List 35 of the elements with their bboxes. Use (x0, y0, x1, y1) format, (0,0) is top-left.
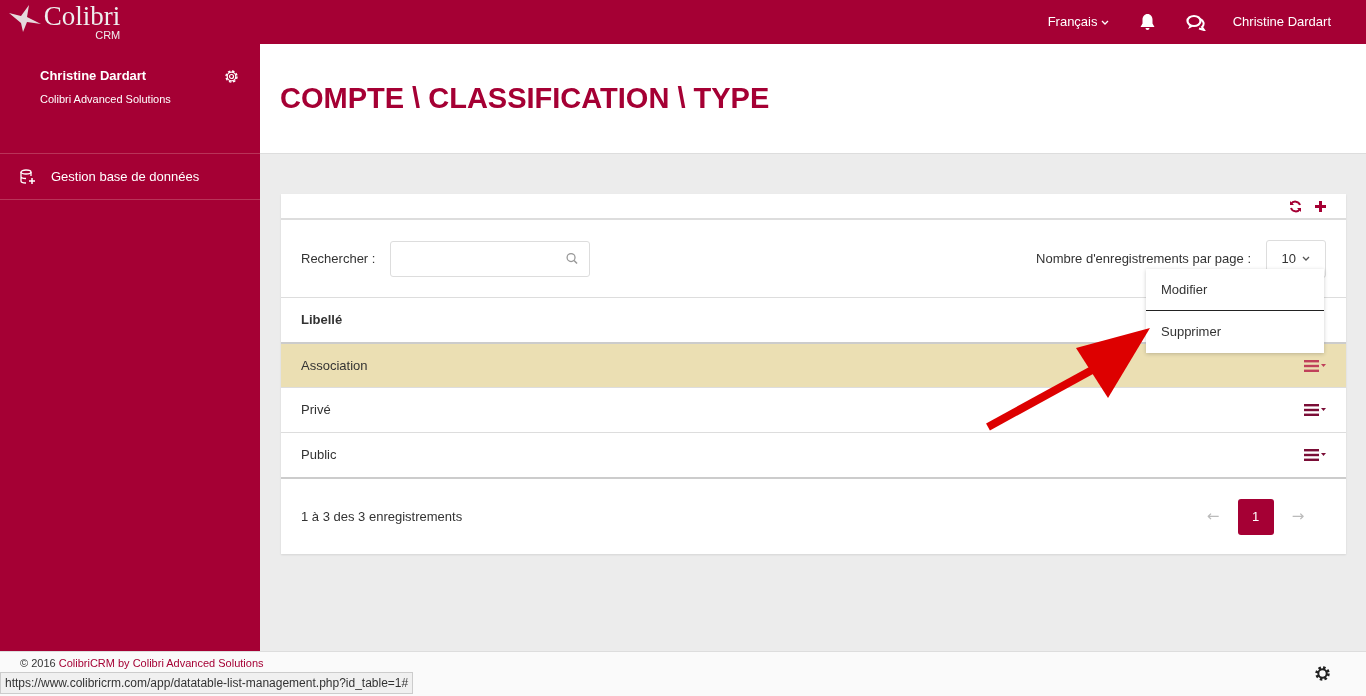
page-title: COMPTE \ CLASSIFICATION \ TYPE (280, 81, 770, 116)
url-tooltip: https://www.colibricrm.com/app/datatable-list-management.php?id_table=1# (0, 672, 414, 694)
search-field[interactable] (390, 240, 591, 277)
settings-icon[interactable] (1314, 665, 1331, 682)
caret-icon (1100, 19, 1109, 25)
table-row[interactable]: Public (281, 432, 1346, 477)
row-menu-icon[interactable] (1304, 404, 1326, 416)
logo-text: Colibri (43, 3, 121, 30)
menu-item[interactable]: Modifier (1146, 269, 1324, 311)
table-row[interactable]: Privé (281, 387, 1346, 432)
records-info: 1 à 3 des 3 enregistrements (301, 507, 463, 526)
search-label: Rechercher : (301, 249, 376, 268)
chat-icon[interactable] (1185, 13, 1206, 31)
language-dropdown[interactable]: Français (1047, 12, 1109, 32)
refresh-icon[interactable] (1289, 199, 1302, 213)
logo-subtitle: CRM (95, 30, 121, 41)
table-row[interactable]: Association (281, 342, 1346, 387)
table-cell-text: Privé (301, 401, 331, 420)
row-menu-icon[interactable] (1304, 449, 1326, 461)
database-icon (20, 168, 36, 185)
page-size-label: Nombre d'enregistrements par page : (1036, 249, 1251, 268)
profile-name: Christine Dardart (40, 67, 148, 85)
footer-link[interactable]: ColibriCRM by Colibri Advanced Solutions (58, 657, 264, 669)
search-icon (566, 252, 579, 265)
caret-icon (1302, 256, 1311, 261)
copyright-text: © 2016 (20, 657, 56, 669)
settings-icon[interactable] (223, 68, 240, 85)
column-header[interactable]: Libellé (301, 310, 343, 330)
bell-icon[interactable] (1138, 13, 1156, 31)
page-button[interactable]: 1 (1237, 498, 1274, 535)
table-cell-text: Association (301, 356, 368, 375)
user-menu[interactable]: Christine Dardart (1232, 12, 1331, 32)
add-icon[interactable] (1315, 200, 1326, 212)
profile-company: Colibri Advanced Solutions (40, 91, 172, 107)
table-cell-text: Public (301, 446, 337, 465)
